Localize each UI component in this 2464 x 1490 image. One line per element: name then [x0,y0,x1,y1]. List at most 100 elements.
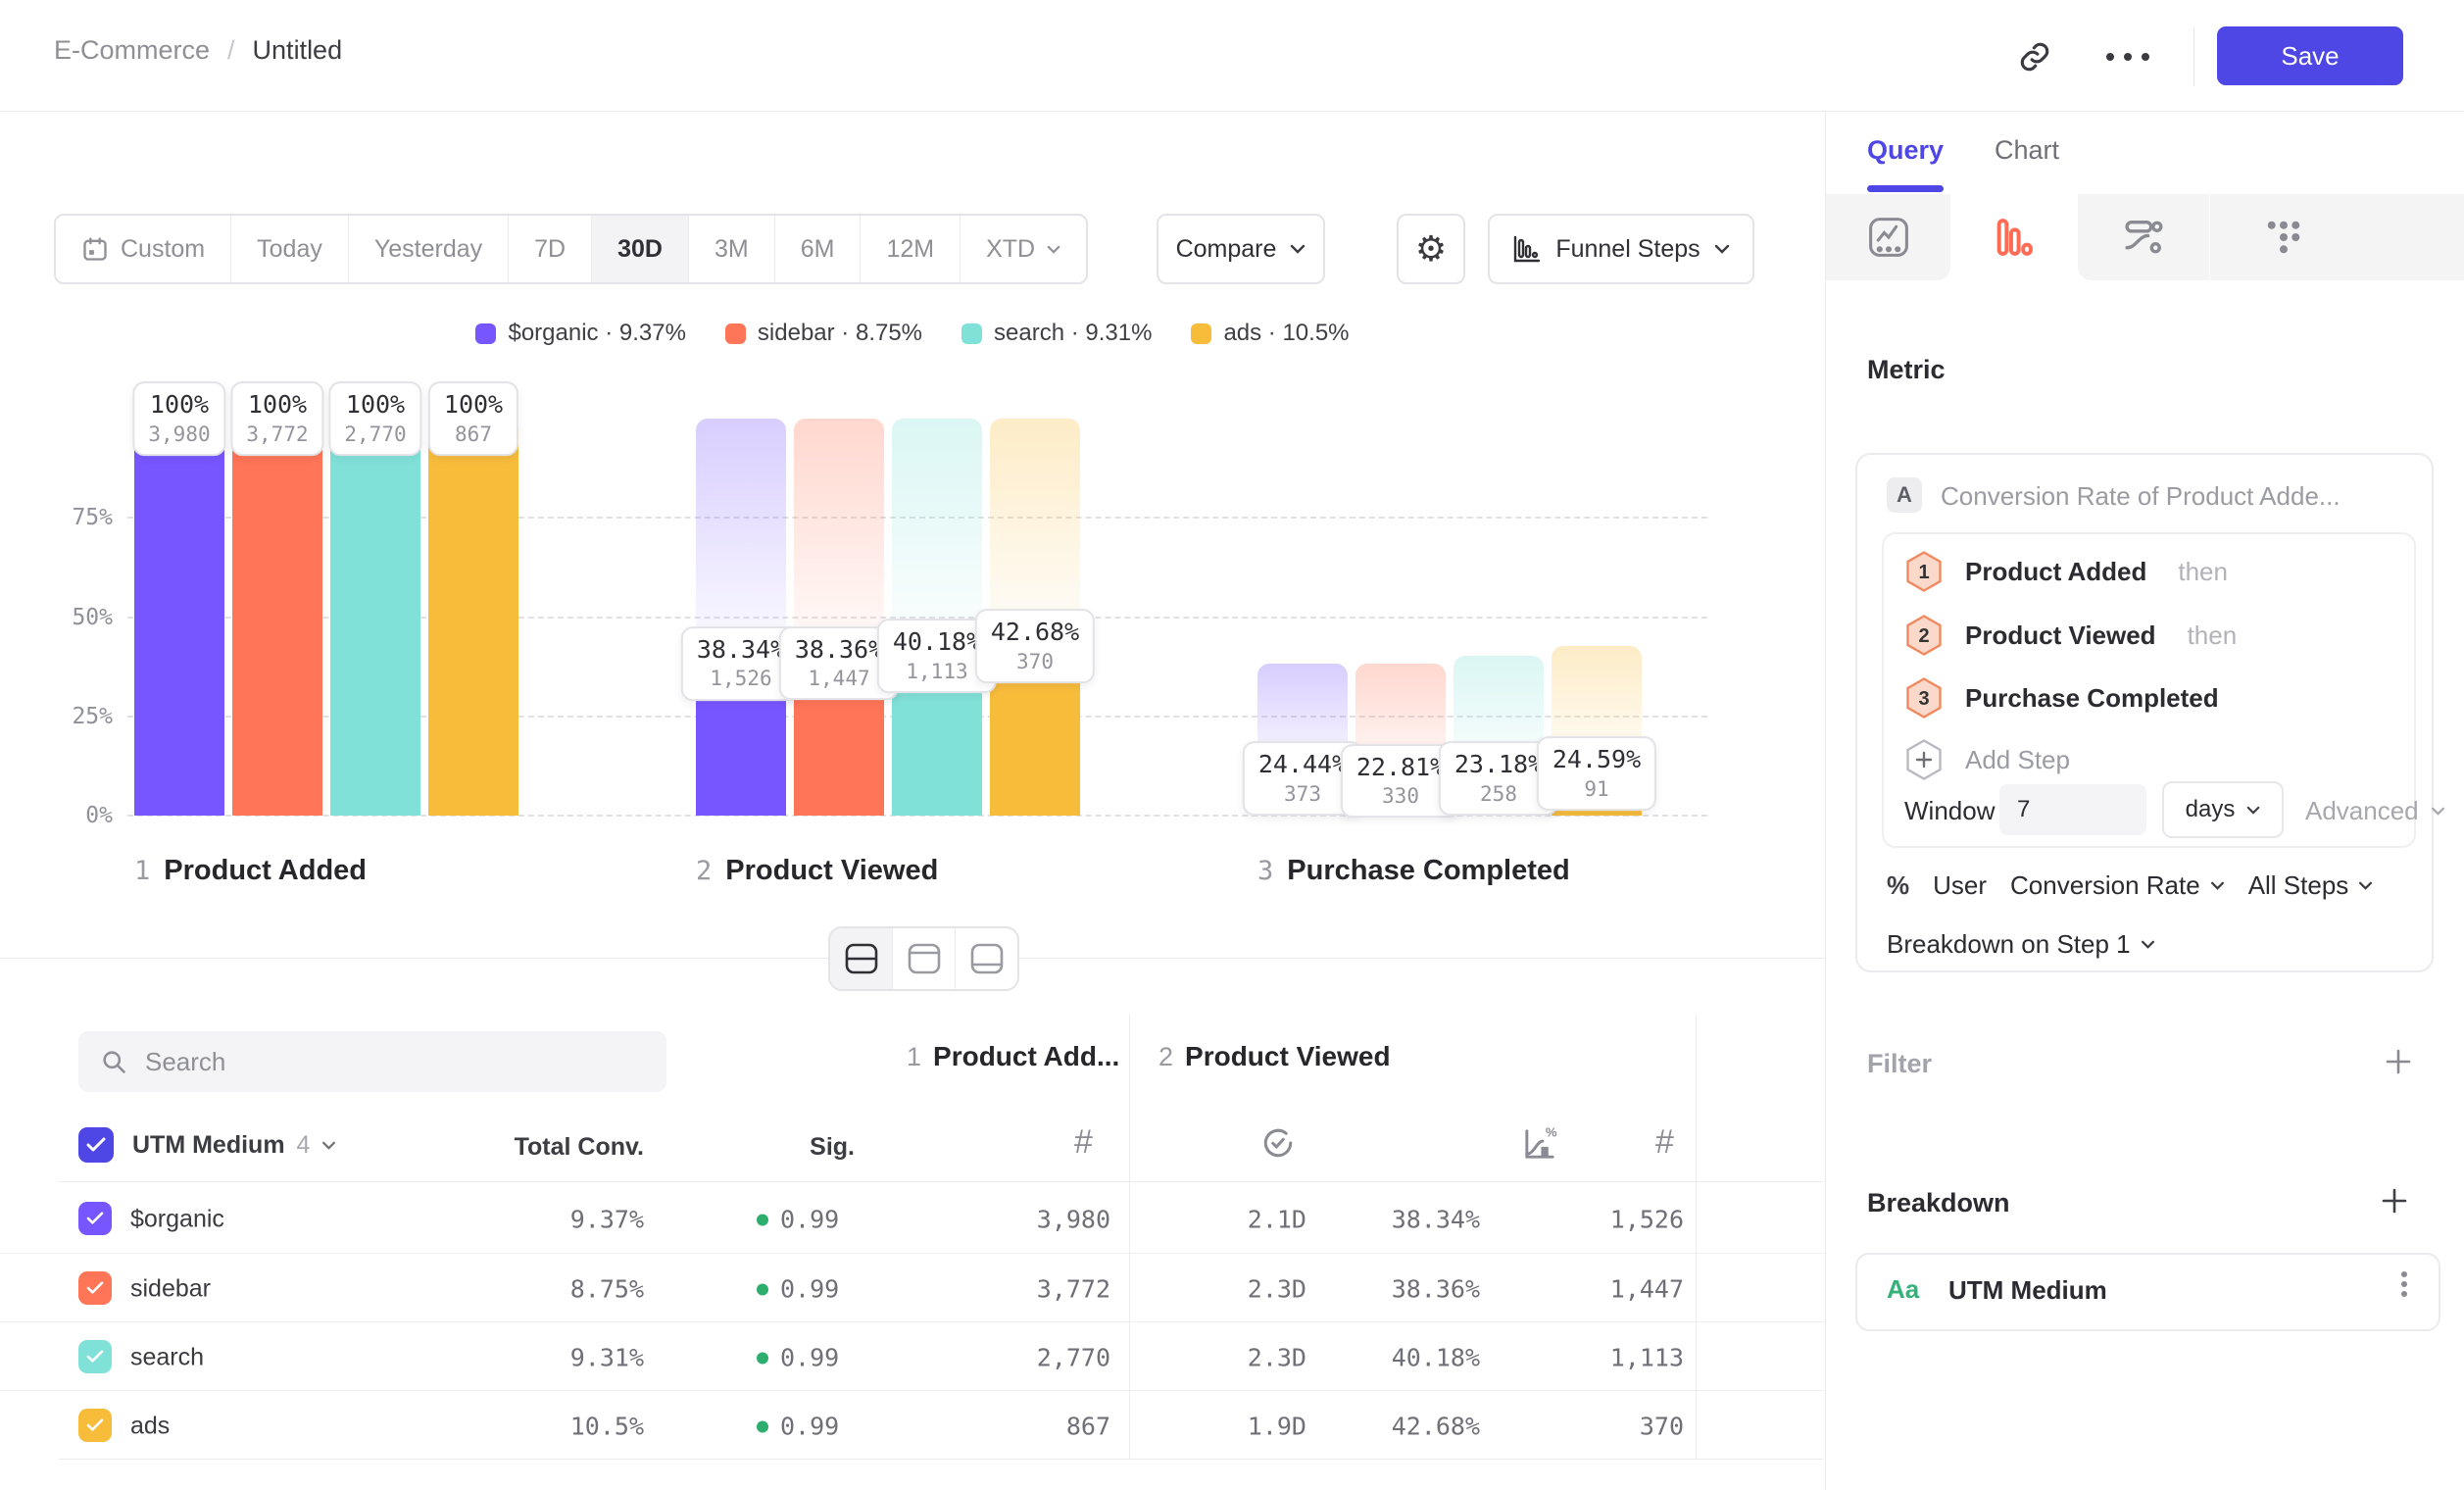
funnel-bar[interactable] [134,419,224,816]
tab-chart[interactable]: Chart [1995,135,2059,166]
table-row[interactable]: ads10.5%0.998671.9D42.68%370 [0,1390,1825,1460]
add-step-hexagon-icon [1904,738,1944,781]
scope-label: All Steps [2248,870,2349,901]
chevron-down-icon [2246,806,2260,815]
row-step1-count: 3,772 [895,1275,1110,1304]
breakdown-item[interactable] [1855,1253,2440,1331]
report-type-retention[interactable] [2210,194,2464,280]
add-breakdown-button[interactable] [2380,1186,2409,1216]
check-icon [86,1281,104,1295]
measurement-metric-select[interactable]: Conversion Rate [2010,870,2225,901]
bar-pct: 100% [246,389,308,422]
sig-dot [757,1214,768,1225]
report-type-insights[interactable] [1826,194,1950,280]
row-step2-pct: 40.18% [1323,1344,1480,1372]
report-type-flows[interactable] [2078,194,2209,280]
row-checkbox[interactable] [78,1271,112,1305]
row-step2-count: 1,526 [1507,1206,1684,1234]
hash-icon: # [1074,1123,1093,1161]
copy-link-button[interactable] [2007,29,2062,84]
table-row[interactable]: sidebar8.75%0.993,7722.3D38.36%1,447 [0,1253,1825,1322]
add-filter-button[interactable] [2384,1047,2413,1076]
step-name: Product Added [164,855,367,887]
plus-icon [2384,1047,2413,1076]
search-input[interactable] [143,1046,645,1078]
step-suffix: then [2188,621,2238,651]
table-row[interactable]: $organic9.37%0.993,9802.1D38.34%1,526 [0,1184,1825,1253]
query-step-3[interactable]: 3 Purchase Completed [1904,676,2219,720]
layout-table-only-button[interactable] [956,928,1017,989]
breakdown-column-header[interactable]: UTM Medium 4 [132,1127,336,1163]
bar-pct: 100% [444,389,503,422]
window-label: Window [1904,796,1995,826]
breakdown-on-step-select[interactable]: Breakdown on Step 1 [1887,929,2155,960]
sig-value: 0.99 [780,1275,839,1304]
step-number: 1 [907,1042,921,1072]
more-options-button[interactable] [2093,29,2163,84]
bar-value-label: 42.68%370 [975,609,1095,683]
bar-value-label: 100%3,980 [132,381,225,456]
funnel-bar[interactable] [428,419,518,816]
hash-icon: # [1655,1123,1674,1161]
clock-check-icon [1260,1125,1296,1161]
tab-query[interactable]: Query [1867,135,1944,166]
step2-count-metric-icon[interactable]: # [1655,1123,1674,1162]
window-value-input[interactable] [1999,784,2146,835]
bar-pct: 22.81% [1356,752,1445,784]
breakdown-item-menu[interactable] [2401,1267,2407,1301]
measurement-scope-select[interactable]: All Steps [2248,870,2374,901]
sig-value: 0.99 [780,1413,839,1441]
row-name: sidebar [130,1275,211,1304]
select-all-checkbox[interactable] [78,1127,114,1163]
row-step1-count: 867 [895,1413,1110,1441]
header-divider [2193,27,2194,86]
report-type-funnels[interactable] [1950,194,2078,280]
link-icon [2018,40,2051,74]
layout-split-horizontal-button[interactable] [830,928,893,989]
bar-count: 330 [1356,783,1445,810]
window-unit-select[interactable]: days [2162,781,2284,838]
row-step2-count: 1,447 [1507,1275,1684,1304]
breakdown-column-label: UTM Medium [132,1131,285,1160]
advanced-toggle[interactable]: Advanced [2305,796,2445,826]
row-name: search [130,1344,204,1372]
row-sig: 0.99 [757,1413,839,1441]
query-step-2[interactable]: 2Product Viewedthen [1904,614,2237,657]
row-checkbox[interactable] [78,1202,112,1235]
chevron-down-icon [321,1141,336,1150]
layout-toggle [828,926,1019,991]
funnel-bar[interactable] [330,419,420,816]
metric-title[interactable]: Conversion Rate of Product Adde... [1941,481,2341,512]
step-name: Product Viewed [1185,1041,1391,1072]
row-sig: 0.99 [757,1206,839,1234]
table-header-divider [59,1181,1823,1182]
row-step2-pct: 38.36% [1323,1275,1480,1304]
bar-pct: 23.18% [1454,749,1543,781]
string-type-icon: Aa [1887,1274,1919,1305]
funnel-bar[interactable] [232,419,322,816]
table-bottom-divider [59,1459,1823,1460]
table-row[interactable]: search9.31%0.992,7702.3D40.18%1,113 [0,1321,1825,1391]
layout-chart-only-button[interactable] [893,928,956,989]
flows-icon [2121,215,2166,260]
bar-count: 3,980 [148,422,210,448]
row-checkbox[interactable] [78,1340,112,1373]
step1-count-metric-icon[interactable]: # [1074,1123,1093,1162]
sig-dot [757,1283,768,1295]
save-button[interactable]: Save [2217,26,2403,85]
add-step-button[interactable]: Add Step [1904,738,2070,781]
row-total-conv: 9.37% [448,1206,644,1234]
query-step-1[interactable]: 1Product Addedthen [1904,550,2228,593]
measurement-entity[interactable]: User [1933,870,1987,901]
row-checkbox[interactable] [78,1409,112,1442]
table-step2-header: 2 Product Viewed [1158,1041,1391,1072]
breakdown-on-label: Breakdown on Step 1 [1887,929,2131,960]
step2-time-metric-icon[interactable] [1260,1125,1296,1161]
row-step2-count: 1,113 [1507,1344,1684,1372]
step-event-name: Purchase Completed [1965,683,2219,714]
svg-text:3: 3 [1918,688,1929,710]
breakdown-count: 4 [297,1131,311,1160]
step2-conversion-metric-icon[interactable]: % [1521,1125,1558,1163]
bar-value-label: 100%867 [428,381,518,456]
row-step2-count: 370 [1507,1413,1684,1441]
